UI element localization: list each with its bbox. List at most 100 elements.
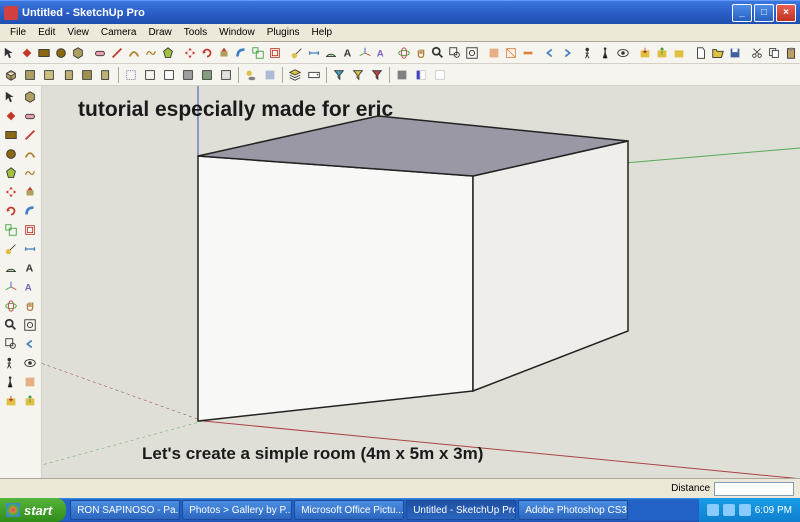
task-item[interactable]: RON SAPINOSO - Pa...	[70, 500, 180, 520]
protractor-tool-icon[interactable]	[323, 44, 339, 62]
polygon-tool-icon[interactable]	[2, 164, 20, 182]
component-tool-icon[interactable]	[70, 44, 86, 62]
pushpull-tool-icon[interactable]	[216, 44, 232, 62]
models-icon[interactable]	[671, 44, 687, 62]
task-item[interactable]: Adobe Photoshop CS3	[518, 500, 628, 520]
next-view-icon[interactable]	[559, 44, 575, 62]
scale-tool-icon[interactable]	[2, 221, 20, 239]
3dtext-tool-icon[interactable]: A	[21, 278, 39, 296]
axes-tool-icon[interactable]	[2, 278, 20, 296]
cut-icon[interactable]	[749, 44, 765, 62]
minimize-button[interactable]: _	[732, 4, 752, 22]
color-swatch-2-icon[interactable]	[412, 66, 430, 84]
menu-help[interactable]: Help	[306, 25, 339, 40]
freehand-tool-icon[interactable]	[143, 44, 159, 62]
iso-view-icon[interactable]	[2, 66, 20, 84]
zoom-extents-icon[interactable]	[21, 316, 39, 334]
start-button[interactable]: start	[0, 498, 66, 522]
move-tool-icon[interactable]	[2, 183, 20, 201]
rotate-tool-icon[interactable]	[199, 44, 215, 62]
look-around-icon[interactable]	[21, 354, 39, 372]
menu-tools[interactable]: Tools	[178, 25, 213, 40]
circle-tool-icon[interactable]	[53, 44, 69, 62]
paint-bucket-icon[interactable]	[19, 44, 35, 62]
position-camera-icon[interactable]	[581, 44, 597, 62]
clock[interactable]: 6:09 PM	[755, 505, 792, 516]
freehand-tool-icon[interactable]	[21, 164, 39, 182]
menu-window[interactable]: Window	[213, 25, 261, 40]
zoom-tool-icon[interactable]	[430, 44, 446, 62]
xray-mode-icon[interactable]	[122, 66, 140, 84]
filter-options-icon[interactable]	[368, 66, 386, 84]
previous-view-icon[interactable]	[21, 335, 39, 353]
axes-tool-icon[interactable]	[357, 44, 373, 62]
shadow-settings-icon[interactable]	[261, 66, 279, 84]
task-item[interactable]: Microsoft Office Pictu...	[294, 500, 404, 520]
select-tool-icon[interactable]	[2, 44, 18, 62]
paste-icon[interactable]	[783, 44, 799, 62]
protractor-tool-icon[interactable]	[2, 259, 20, 277]
share-model-icon[interactable]	[21, 392, 39, 410]
tray-icon[interactable]	[723, 504, 735, 516]
dimension-tool-icon[interactable]	[306, 44, 322, 62]
3dtext-tool-icon[interactable]: A	[374, 44, 390, 62]
menu-plugins[interactable]: Plugins	[261, 25, 306, 40]
orbit-tool-icon[interactable]	[2, 297, 20, 315]
followme-tool-icon[interactable]	[233, 44, 249, 62]
color-swatch-3-icon[interactable]	[431, 66, 449, 84]
get-models-icon[interactable]	[637, 44, 653, 62]
dimension-tool-icon[interactable]	[21, 240, 39, 258]
eraser-tool-icon[interactable]	[21, 107, 39, 125]
layer-dropdown-icon[interactable]	[305, 66, 323, 84]
new-file-icon[interactable]	[693, 44, 709, 62]
zoom-tool-icon[interactable]	[2, 316, 20, 334]
offset-tool-icon[interactable]	[21, 221, 39, 239]
zoom-window-icon[interactable]	[447, 44, 463, 62]
tray-icon[interactable]	[739, 504, 751, 516]
maximize-button[interactable]: □	[754, 4, 774, 22]
share-model-icon[interactable]	[654, 44, 670, 62]
shaded-textures-icon[interactable]	[198, 66, 216, 84]
wireframe-mode-icon[interactable]	[141, 66, 159, 84]
walk-tool-icon[interactable]	[2, 373, 20, 391]
look-around-icon[interactable]	[615, 44, 631, 62]
eraser-tool-icon[interactable]	[92, 44, 108, 62]
paint-bucket-icon[interactable]	[2, 107, 20, 125]
select-tool-icon[interactable]	[2, 88, 20, 106]
menu-edit[interactable]: Edit	[32, 25, 61, 40]
task-item[interactable]: Photos > Gallery by P...	[182, 500, 292, 520]
top-view-icon[interactable]	[21, 66, 39, 84]
line-tool-icon[interactable]	[21, 126, 39, 144]
zoom-extents-icon[interactable]	[464, 44, 480, 62]
left-view-icon[interactable]	[97, 66, 115, 84]
right-view-icon[interactable]	[59, 66, 77, 84]
scale-tool-icon[interactable]	[250, 44, 266, 62]
section-cut-icon[interactable]	[520, 44, 536, 62]
rectangle-tool-icon[interactable]	[2, 126, 20, 144]
sectionplane-tool-icon[interactable]	[486, 44, 502, 62]
copy-icon[interactable]	[766, 44, 782, 62]
zoom-window-icon[interactable]	[2, 335, 20, 353]
pan-tool-icon[interactable]	[21, 297, 39, 315]
polygon-tool-icon[interactable]	[160, 44, 176, 62]
tape-measure-icon[interactable]	[289, 44, 305, 62]
menu-camera[interactable]: Camera	[95, 25, 143, 40]
followme-tool-icon[interactable]	[21, 202, 39, 220]
line-tool-icon[interactable]	[109, 44, 125, 62]
hidden-line-mode-icon[interactable]	[160, 66, 178, 84]
layer-manager-icon[interactable]	[286, 66, 304, 84]
open-file-icon[interactable]	[710, 44, 726, 62]
pushpull-tool-icon[interactable]	[21, 183, 39, 201]
save-file-icon[interactable]	[727, 44, 743, 62]
menu-view[interactable]: View	[61, 25, 95, 40]
back-view-icon[interactable]	[78, 66, 96, 84]
text-tool-icon[interactable]: A	[340, 44, 356, 62]
task-item[interactable]: Untitled - SketchUp Pro	[406, 500, 516, 520]
arc-tool-icon[interactable]	[21, 145, 39, 163]
filter-icon[interactable]	[330, 66, 348, 84]
previous-view-icon[interactable]	[542, 44, 558, 62]
offset-tool-icon[interactable]	[267, 44, 283, 62]
move-tool-icon[interactable]	[182, 44, 198, 62]
color-swatch-1-icon[interactable]	[393, 66, 411, 84]
distance-input[interactable]	[714, 482, 794, 496]
